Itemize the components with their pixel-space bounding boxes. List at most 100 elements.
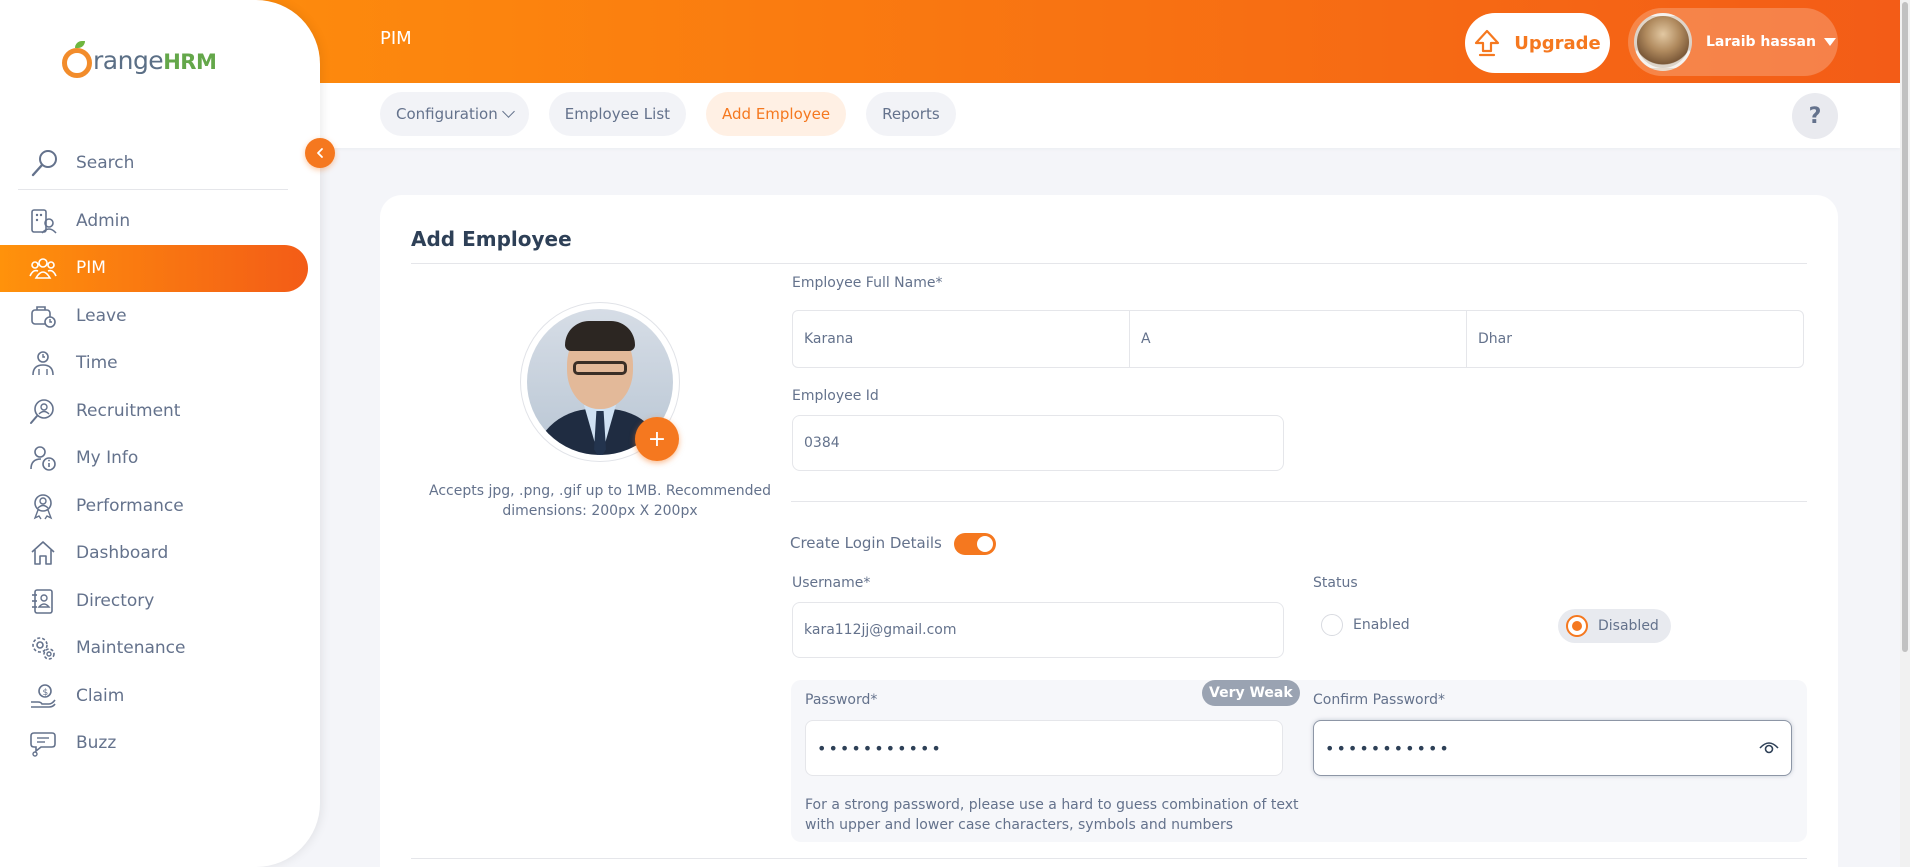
sidebar-search-label: Search <box>76 152 135 173</box>
user-name: Laraib hassan <box>1706 34 1816 50</box>
last-name-input[interactable]: Dhar <box>1467 311 1803 367</box>
username-input[interactable]: kara112jj@gmail.com <box>792 602 1284 658</box>
add-photo-button[interactable]: + <box>635 417 679 461</box>
password-value: ••••••••••• <box>817 738 943 758</box>
my-info-icon <box>28 443 58 473</box>
radio-dot <box>1566 615 1588 637</box>
sidebar-item-pim[interactable]: PIM <box>0 244 308 292</box>
tab-label: Reports <box>882 105 940 123</box>
title-divider <box>411 263 1807 264</box>
upgrade-arrow-icon <box>1475 29 1500 57</box>
status-disabled-radio[interactable]: Disabled <box>1558 609 1671 643</box>
page-scrollbar[interactable] <box>1900 0 1910 867</box>
create-login-label: Create Login Details <box>790 534 942 552</box>
sidebar-item-buzz[interactable]: Buzz <box>0 720 320 768</box>
sidebar-item-directory[interactable]: Directory <box>0 577 320 625</box>
upgrade-label: Upgrade <box>1514 32 1601 54</box>
claim-icon: $ <box>28 681 58 711</box>
password-input[interactable]: ••••••••••• <box>805 720 1283 776</box>
performance-icon <box>28 491 58 521</box>
sidebar-item-admin[interactable]: Admin <box>0 197 320 245</box>
full-name-group: Karana A Dhar <box>792 310 1804 368</box>
sidebar-item-leave[interactable]: Leave <box>0 292 320 340</box>
module-tabs: Configuration Employee List Add Employee… <box>380 92 976 136</box>
sidebar-item-label: Buzz <box>76 733 117 754</box>
avatar <box>1634 13 1692 71</box>
search-icon <box>31 149 57 176</box>
leave-icon <box>28 301 58 331</box>
password-strength-badge: Very Weak <box>1202 680 1300 706</box>
sidebar-item-time[interactable]: Time <box>0 340 320 388</box>
tab-reports[interactable]: Reports <box>866 92 956 136</box>
section-divider <box>791 501 1807 502</box>
radio-dot <box>1321 614 1343 636</box>
logo-orange-icon <box>62 41 92 78</box>
password-label: Password* <box>805 692 878 708</box>
page-title: Add Employee <box>411 227 572 251</box>
sidebar-item-my-info[interactable]: My Info <box>0 435 320 483</box>
sidebar-item-label: Admin <box>76 210 131 231</box>
tab-add-employee[interactable]: Add Employee <box>706 92 847 136</box>
upgrade-button[interactable]: Upgrade <box>1465 13 1610 73</box>
radio-label: Enabled <box>1353 617 1410 633</box>
confirm-password-label: Confirm Password* <box>1313 692 1446 708</box>
sidebar-item-dashboard[interactable]: Dashboard <box>0 530 320 578</box>
full-name-label: Employee Full Name* <box>792 275 943 291</box>
sidebar-item-maintenance[interactable]: Maintenance <box>0 625 320 673</box>
create-login-toggle[interactable] <box>954 533 996 555</box>
sidebar-item-label: Performance <box>76 495 184 516</box>
confirm-password-input[interactable]: ••••••••••• <box>1313 720 1792 776</box>
user-dropdown[interactable]: Laraib hassan <box>1628 8 1838 76</box>
sidebar-item-label: Dashboard <box>76 543 169 564</box>
tab-label: Add Employee <box>722 105 831 123</box>
sidebar-item-label: PIM <box>76 258 106 279</box>
tab-employee-list[interactable]: Employee List <box>548 92 687 136</box>
admin-icon <box>28 206 58 236</box>
sidebar-item-label: Claim <box>76 685 125 706</box>
sidebar-item-label: My Info <box>76 448 139 469</box>
tab-configuration[interactable]: Configuration <box>380 92 529 136</box>
sidebar-collapse-button[interactable] <box>305 138 335 168</box>
dashboard-icon <box>28 538 58 568</box>
directory-icon <box>28 586 58 616</box>
status-enabled-radio[interactable]: Enabled <box>1321 614 1410 636</box>
sidebar-item-label: Leave <box>76 305 127 326</box>
username-label: Username* <box>792 575 871 591</box>
time-icon <box>28 348 58 378</box>
sidebar-item-claim[interactable]: $ Claim <box>0 672 320 720</box>
recruitment-icon <box>28 396 58 426</box>
chevron-left-icon <box>317 148 323 158</box>
sidebar-item-label: Recruitment <box>76 400 181 421</box>
sidebar-item-performance[interactable]: Performance <box>0 482 320 530</box>
sidebar-search[interactable]: Search <box>18 136 288 190</box>
svg-text:$: $ <box>43 688 49 698</box>
password-hint: For a strong password, please use a hard… <box>805 797 1299 833</box>
sidebar-item-label: Maintenance <box>76 638 186 659</box>
sidebar-item-label: Directory <box>76 590 155 611</box>
help-button[interactable]: ? <box>1792 93 1838 139</box>
pim-icon <box>28 253 58 283</box>
show-password-icon[interactable] <box>1759 740 1779 756</box>
logo-text: rangeHRM <box>93 45 217 75</box>
sidebar: rangeHRM Search Admin PIM Leave Time Rec… <box>0 0 320 867</box>
photo-hint: Accepts jpg, .png, .gif up to 1MB. Recom… <box>429 483 771 519</box>
bottom-divider <box>411 858 1807 859</box>
add-employee-card: Add Employee + Accepts jpg, .png, .gif u… <box>380 195 1838 867</box>
buzz-icon <box>28 728 58 758</box>
chevron-down-icon <box>501 105 515 118</box>
middle-name-input[interactable]: A <box>1130 311 1467 367</box>
caret-down-icon <box>1823 38 1836 46</box>
employee-id-input[interactable]: 0384 <box>792 415 1284 471</box>
module-title: PIM <box>380 28 412 49</box>
maintenance-icon <box>28 633 58 663</box>
scroll-thumb[interactable] <box>1902 2 1908 652</box>
orangehrm-logo[interactable]: rangeHRM <box>62 38 217 82</box>
sidebar-item-recruitment[interactable]: Recruitment <box>0 387 320 435</box>
radio-label: Disabled <box>1598 618 1659 634</box>
main-menu: Admin PIM Leave Time Recruitment My Info… <box>0 197 320 767</box>
first-name-input[interactable]: Karana <box>793 311 1130 367</box>
sidebar-item-label: Time <box>76 353 118 374</box>
tab-label: Configuration <box>396 105 498 123</box>
employee-id-label: Employee Id <box>792 388 879 404</box>
status-label: Status <box>1313 575 1358 591</box>
